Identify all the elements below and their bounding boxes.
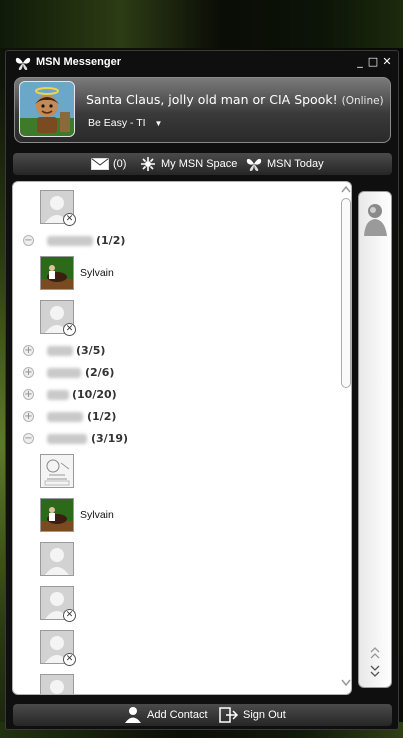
msn-today-label: MSN Today — [267, 158, 324, 170]
blocked-icon: ✕ — [63, 653, 76, 666]
personal-message-text: Be Easy - TI — [88, 117, 146, 129]
group-count: (10/20) — [72, 388, 117, 401]
mail-count: (0) — [113, 158, 127, 170]
sign-out-icon — [219, 707, 239, 723]
add-contact-icon — [125, 707, 141, 723]
chevron-down-icon[interactable]: ▼ — [155, 119, 163, 128]
add-contact-label: Add Contact — [147, 709, 208, 721]
group-header[interactable]: + (1/2) — [13, 410, 333, 424]
butterfly-icon — [15, 57, 31, 70]
contact-row[interactable]: ✕ — [13, 190, 333, 226]
group-count: (3/5) — [76, 344, 106, 357]
mail-button[interactable]: (0) — [91, 155, 126, 173]
photo-icon — [41, 499, 73, 531]
contact-row[interactable]: ✕ — [13, 630, 333, 666]
expand-icon[interactable]: + — [23, 389, 34, 400]
contact-name: Sylvain — [80, 267, 114, 279]
space-icon — [141, 157, 155, 171]
msn-today-button[interactable]: MSN Today — [245, 155, 324, 173]
contact-picture: ✕ — [40, 630, 76, 666]
buddy-icon[interactable] — [362, 202, 390, 238]
group-name-obscured — [47, 390, 69, 400]
contact-picture — [40, 498, 74, 532]
contact-picture — [40, 256, 74, 290]
group-name-obscured — [47, 412, 83, 422]
group-name-obscured — [47, 346, 73, 356]
scroll-down-icon[interactable] — [340, 678, 352, 688]
group-count: (1/2) — [96, 234, 126, 247]
contact-picture: ✕ — [40, 190, 76, 226]
group-count: (3/19) — [91, 432, 129, 445]
blocked-icon: ✕ — [63, 323, 76, 336]
group-name-obscured — [47, 434, 87, 444]
side-panel — [358, 191, 392, 688]
cartoon-avatar-icon — [20, 82, 74, 136]
messenger-window: MSN Messenger _ □ ✕ Santa Claus, jolly o… — [5, 50, 399, 730]
personal-message[interactable]: Be Easy - TI ▼ — [88, 117, 162, 129]
status-label[interactable]: (Online) — [342, 95, 384, 107]
bottom-bar: Add Contact Sign Out — [13, 704, 392, 726]
photo-icon — [41, 257, 73, 289]
desktop-background — [0, 0, 403, 48]
group-count: (1/2) — [87, 410, 117, 423]
profile-panel: Santa Claus, jolly old man or CIA Spook!… — [14, 77, 391, 143]
contact-row[interactable] — [13, 674, 333, 694]
contact-picture — [40, 454, 74, 488]
sign-out-button[interactable]: Sign Out — [219, 706, 286, 724]
group-header[interactable]: − (3/19) — [13, 432, 333, 446]
display-name-text: Santa Claus, jolly old man or CIA Spook! — [86, 92, 338, 107]
maximize-button[interactable]: □ — [366, 54, 380, 70]
group-header[interactable]: − (1/2) — [13, 234, 333, 248]
scrollbar-thumb[interactable] — [341, 198, 351, 388]
expand-icon[interactable]: + — [23, 411, 34, 422]
contact-list[interactable]: ✕ − (1/2) Sylvain ✕ + (3/5) + (2/6) + (1… — [12, 181, 352, 695]
sign-out-label: Sign Out — [243, 709, 286, 721]
display-name[interactable]: Santa Claus, jolly old man or CIA Spook!… — [86, 92, 384, 107]
contact-row[interactable] — [13, 542, 333, 578]
add-contact-button[interactable]: Add Contact — [123, 706, 208, 724]
contact-row[interactable]: ✕ — [13, 586, 333, 622]
close-button[interactable]: ✕ — [380, 54, 394, 70]
contact-name: Sylvain — [80, 509, 114, 521]
group-name-obscured — [47, 236, 93, 246]
double-chevron-down-icon[interactable] — [369, 664, 381, 678]
avatar[interactable] — [19, 81, 75, 137]
butterfly-icon — [246, 158, 262, 171]
default-user-icon — [41, 675, 73, 694]
contact-picture: ✕ — [40, 586, 76, 622]
default-user-icon — [41, 543, 73, 575]
expand-icon[interactable]: + — [23, 367, 34, 378]
expand-icon[interactable]: + — [23, 345, 34, 356]
contact-picture — [40, 674, 74, 694]
collapse-icon[interactable]: − — [23, 235, 34, 246]
scroll-up-icon[interactable] — [340, 184, 352, 194]
contact-row[interactable]: Sylvain — [13, 498, 333, 534]
blocked-icon: ✕ — [63, 609, 76, 622]
blocked-icon: ✕ — [63, 213, 76, 226]
envelope-icon — [91, 158, 109, 170]
contact-row[interactable]: ✕ — [13, 300, 333, 336]
window-title: MSN Messenger — [36, 56, 121, 68]
collapse-icon[interactable]: − — [23, 433, 34, 444]
group-count: (2/6) — [85, 366, 115, 379]
double-chevron-up-icon[interactable] — [369, 646, 381, 660]
toolbar: (0) My MSN Space MSN Today — [13, 153, 392, 175]
my-msn-space-button[interactable]: My MSN Space — [139, 155, 237, 173]
my-msn-space-label: My MSN Space — [161, 158, 238, 170]
group-header[interactable]: + (3/5) — [13, 344, 333, 358]
sketch-picture-icon — [41, 455, 73, 487]
group-name-obscured — [47, 368, 81, 378]
minimize-button[interactable]: _ — [353, 54, 367, 70]
contact-row[interactable]: Sylvain — [13, 256, 333, 292]
group-header[interactable]: + (10/20) — [13, 388, 333, 402]
contact-row[interactable] — [13, 454, 333, 490]
title-bar[interactable]: MSN Messenger _ □ ✕ — [6, 51, 398, 75]
contact-picture: ✕ — [40, 300, 76, 336]
contact-picture — [40, 542, 74, 576]
group-header[interactable]: + (2/6) — [13, 366, 333, 380]
